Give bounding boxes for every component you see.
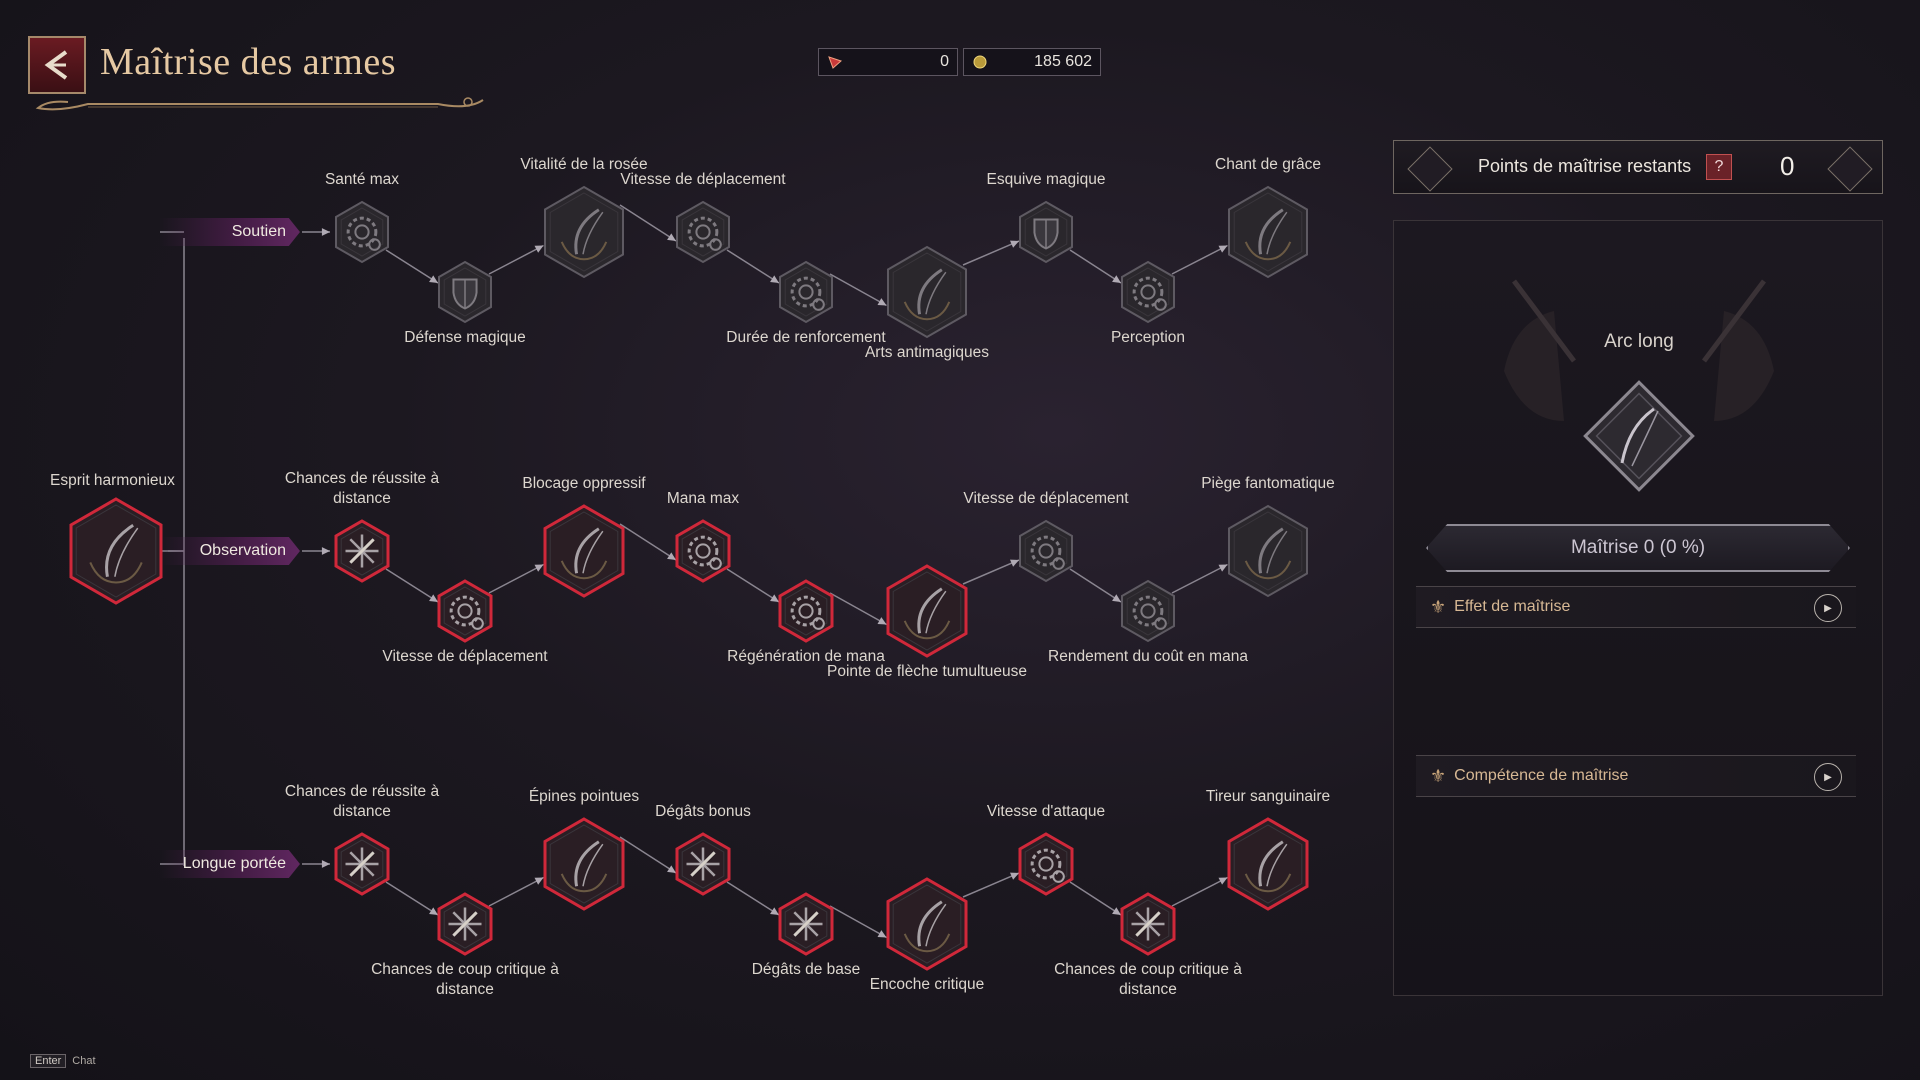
skill-label-1-3: Mana max bbox=[666, 490, 740, 507]
points-label: Points de maîtrise restants bbox=[1478, 156, 1692, 176]
branch-0-label[interactable]: Soutien bbox=[160, 218, 300, 246]
skill-label-0-6: Esquive magique bbox=[986, 171, 1106, 188]
skill-node-1-4[interactable] bbox=[772, 577, 840, 645]
skill-label-2-5: Encoche critique bbox=[869, 976, 985, 993]
skill-label-2-3: Dégâts bonus bbox=[655, 803, 751, 820]
skill-label-2-6: Vitesse d'attaque bbox=[986, 803, 1106, 820]
skill-node-2-0[interactable] bbox=[328, 830, 396, 898]
skill-label-0-3: Vitesse de déplacement bbox=[620, 171, 786, 188]
skill-node-1-3[interactable] bbox=[669, 517, 737, 585]
mastery-panel: Points de maîtrise restants ? 0 Arc long… bbox=[1393, 140, 1883, 996]
skill-node-0-3[interactable] bbox=[669, 198, 737, 266]
skill-node-0-1[interactable] bbox=[431, 258, 499, 326]
origin-node[interactable] bbox=[60, 495, 172, 607]
branch-1-label[interactable]: Observation bbox=[160, 537, 300, 565]
mastery-skill-section[interactable]: ⚜ Compétence de maîtrise ▶ bbox=[1416, 755, 1856, 797]
skill-node-0-6[interactable] bbox=[1012, 198, 1080, 266]
skill-node-2-4[interactable] bbox=[772, 890, 840, 958]
skill-label-1-8: Piège fantomatique bbox=[1201, 475, 1335, 492]
skill-label-1-1: Vitesse de déplacement bbox=[382, 648, 548, 665]
skill-label-0-1: Défense magique bbox=[404, 329, 526, 346]
fleur-icon: ⚜ bbox=[1430, 765, 1447, 786]
skill-node-0-2[interactable] bbox=[535, 183, 633, 281]
weapon-panel: Arc long Maîtrise 0 (0 %) ⚜ Effet de maî… bbox=[1393, 220, 1883, 996]
help-button[interactable]: ? bbox=[1706, 154, 1732, 180]
skill-label-1-6: Vitesse de déplacement bbox=[963, 490, 1129, 507]
skill-node-0-4[interactable] bbox=[772, 258, 840, 326]
section-label: Effet de maîtrise bbox=[1454, 598, 1571, 615]
skill-node-2-2[interactable] bbox=[535, 815, 633, 913]
skill-node-2-7[interactable] bbox=[1114, 890, 1182, 958]
skill-label-2-8: Tireur sanguinaire bbox=[1205, 788, 1331, 805]
skill-label-0-7: Perception bbox=[1110, 329, 1186, 346]
enter-key: Enter bbox=[30, 1054, 67, 1068]
skill-node-2-3[interactable] bbox=[669, 830, 737, 898]
section-label: Compétence de maîtrise bbox=[1454, 767, 1629, 784]
chat-label: Chat bbox=[72, 1055, 96, 1067]
crit-burst-icon bbox=[789, 907, 823, 941]
play-icon[interactable]: ▶ bbox=[1814, 763, 1842, 791]
fleur-icon: ⚜ bbox=[1430, 596, 1447, 617]
skill-node-2-1[interactable] bbox=[431, 890, 499, 958]
chat-hint[interactable]: Enter Chat bbox=[30, 1054, 96, 1068]
diamond-ornament-icon bbox=[1407, 146, 1453, 192]
skill-node-0-7[interactable] bbox=[1114, 258, 1182, 326]
mastery-progress: Maîtrise 0 (0 %) bbox=[1426, 524, 1850, 572]
skill-node-1-5[interactable] bbox=[878, 562, 976, 660]
mastery-points-bar: Points de maîtrise restants ? 0 bbox=[1393, 140, 1883, 194]
branch-2-label[interactable]: Longue portée bbox=[160, 850, 300, 878]
skill-node-2-8[interactable] bbox=[1219, 815, 1317, 913]
longbow-emblem-icon bbox=[1583, 380, 1695, 492]
weapon-name: Arc long bbox=[1604, 331, 1674, 352]
skill-node-2-5[interactable] bbox=[878, 875, 976, 973]
skill-node-0-8[interactable] bbox=[1219, 183, 1317, 281]
skill-node-1-6[interactable] bbox=[1012, 517, 1080, 585]
play-icon[interactable]: ▶ bbox=[1814, 594, 1842, 622]
crit-burst-icon bbox=[1131, 907, 1165, 941]
origin-label: Esprit harmonieux bbox=[50, 472, 175, 489]
skill-node-1-7[interactable] bbox=[1114, 577, 1182, 645]
skill-node-2-6[interactable] bbox=[1012, 830, 1080, 898]
crit-burst-icon bbox=[345, 847, 379, 881]
skill-label-0-8: Chant de grâce bbox=[1215, 156, 1321, 173]
skill-node-1-2[interactable] bbox=[535, 502, 633, 600]
crit-burst-icon bbox=[345, 534, 379, 568]
crit-burst-icon bbox=[686, 847, 720, 881]
diamond-ornament-icon bbox=[1827, 146, 1873, 192]
skill-node-0-0[interactable] bbox=[328, 198, 396, 266]
points-value: 0 bbox=[1780, 151, 1795, 181]
skill-label-0-0: Santé max bbox=[324, 171, 400, 188]
skill-label-1-7: Rendement du coût en mana bbox=[1048, 648, 1248, 665]
skill-node-1-0[interactable] bbox=[328, 517, 396, 585]
skill-node-0-5[interactable] bbox=[878, 243, 976, 341]
mastery-effect-section[interactable]: ⚜ Effet de maîtrise ▶ bbox=[1416, 586, 1856, 628]
skill-label-1-0: Chances de réussite à distance bbox=[284, 470, 440, 507]
skill-label-2-0: Chances de réussite à distance bbox=[284, 783, 440, 820]
crit-burst-icon bbox=[448, 907, 482, 941]
skill-label-0-5: Arts antimagiques bbox=[864, 344, 990, 361]
skill-label-2-7: Chances de coup critique à distance bbox=[1054, 961, 1242, 998]
skill-label-1-5: Pointe de flèche tumultueuse bbox=[827, 663, 1027, 680]
skill-label-2-1: Chances de coup critique à distance bbox=[371, 961, 559, 998]
skill-node-1-1[interactable] bbox=[431, 577, 499, 645]
skill-node-1-8[interactable] bbox=[1219, 502, 1317, 600]
